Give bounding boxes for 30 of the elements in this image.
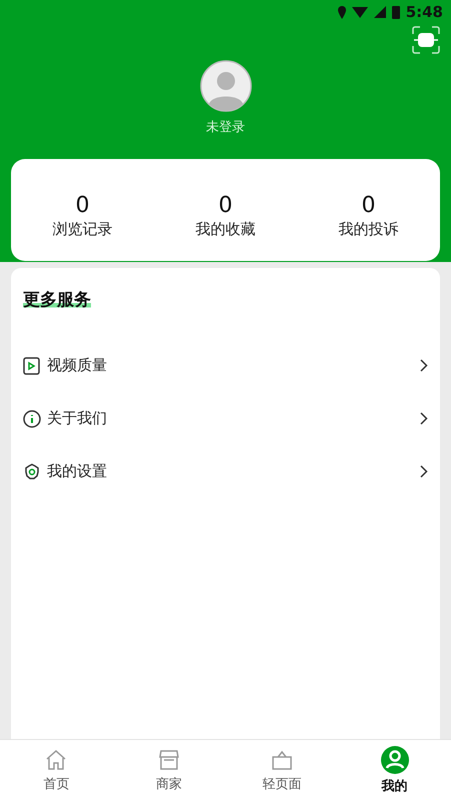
status-time: 5:48 (406, 3, 443, 21)
battery-icon (392, 5, 400, 19)
chevron-right-icon (420, 359, 428, 372)
video-icon (23, 356, 41, 374)
stat-label[interactable]: 浏览记录 (52, 220, 112, 239)
stat-value: 0 (362, 193, 376, 218)
chevron-right-icon (420, 465, 428, 478)
menu-item-label[interactable]: 关于我们 (47, 409, 414, 428)
stat-value: 0 (218, 193, 232, 218)
stat-value: 0 (76, 193, 90, 218)
scan-icon[interactable] (412, 26, 440, 54)
settings-icon (23, 462, 41, 480)
stat-label[interactable]: 我的收藏 (196, 220, 256, 239)
wifi-icon (352, 6, 368, 18)
chevron-right-icon (420, 412, 428, 425)
stat-label[interactable]: 我的投诉 (338, 220, 398, 239)
storefront-icon (157, 748, 182, 772)
section-title: 更多服务 (23, 288, 91, 311)
user-icon (380, 746, 409, 774)
signal-icon (374, 6, 386, 18)
nav-tab[interactable]: 首页 (0, 740, 113, 800)
avatar-icon[interactable] (200, 60, 252, 112)
info-icon (23, 410, 41, 428)
home-icon (44, 748, 68, 772)
nav-tab[interactable]: 商家 (112, 740, 226, 800)
menu-item-label[interactable]: 我的设置 (47, 462, 414, 481)
location-icon (338, 6, 346, 18)
nav-tab[interactable]: 轻页面 (226, 740, 338, 800)
menu-item-label[interactable]: 视频质量 (47, 356, 414, 375)
nav-tab[interactable]: 我的 (338, 740, 451, 800)
